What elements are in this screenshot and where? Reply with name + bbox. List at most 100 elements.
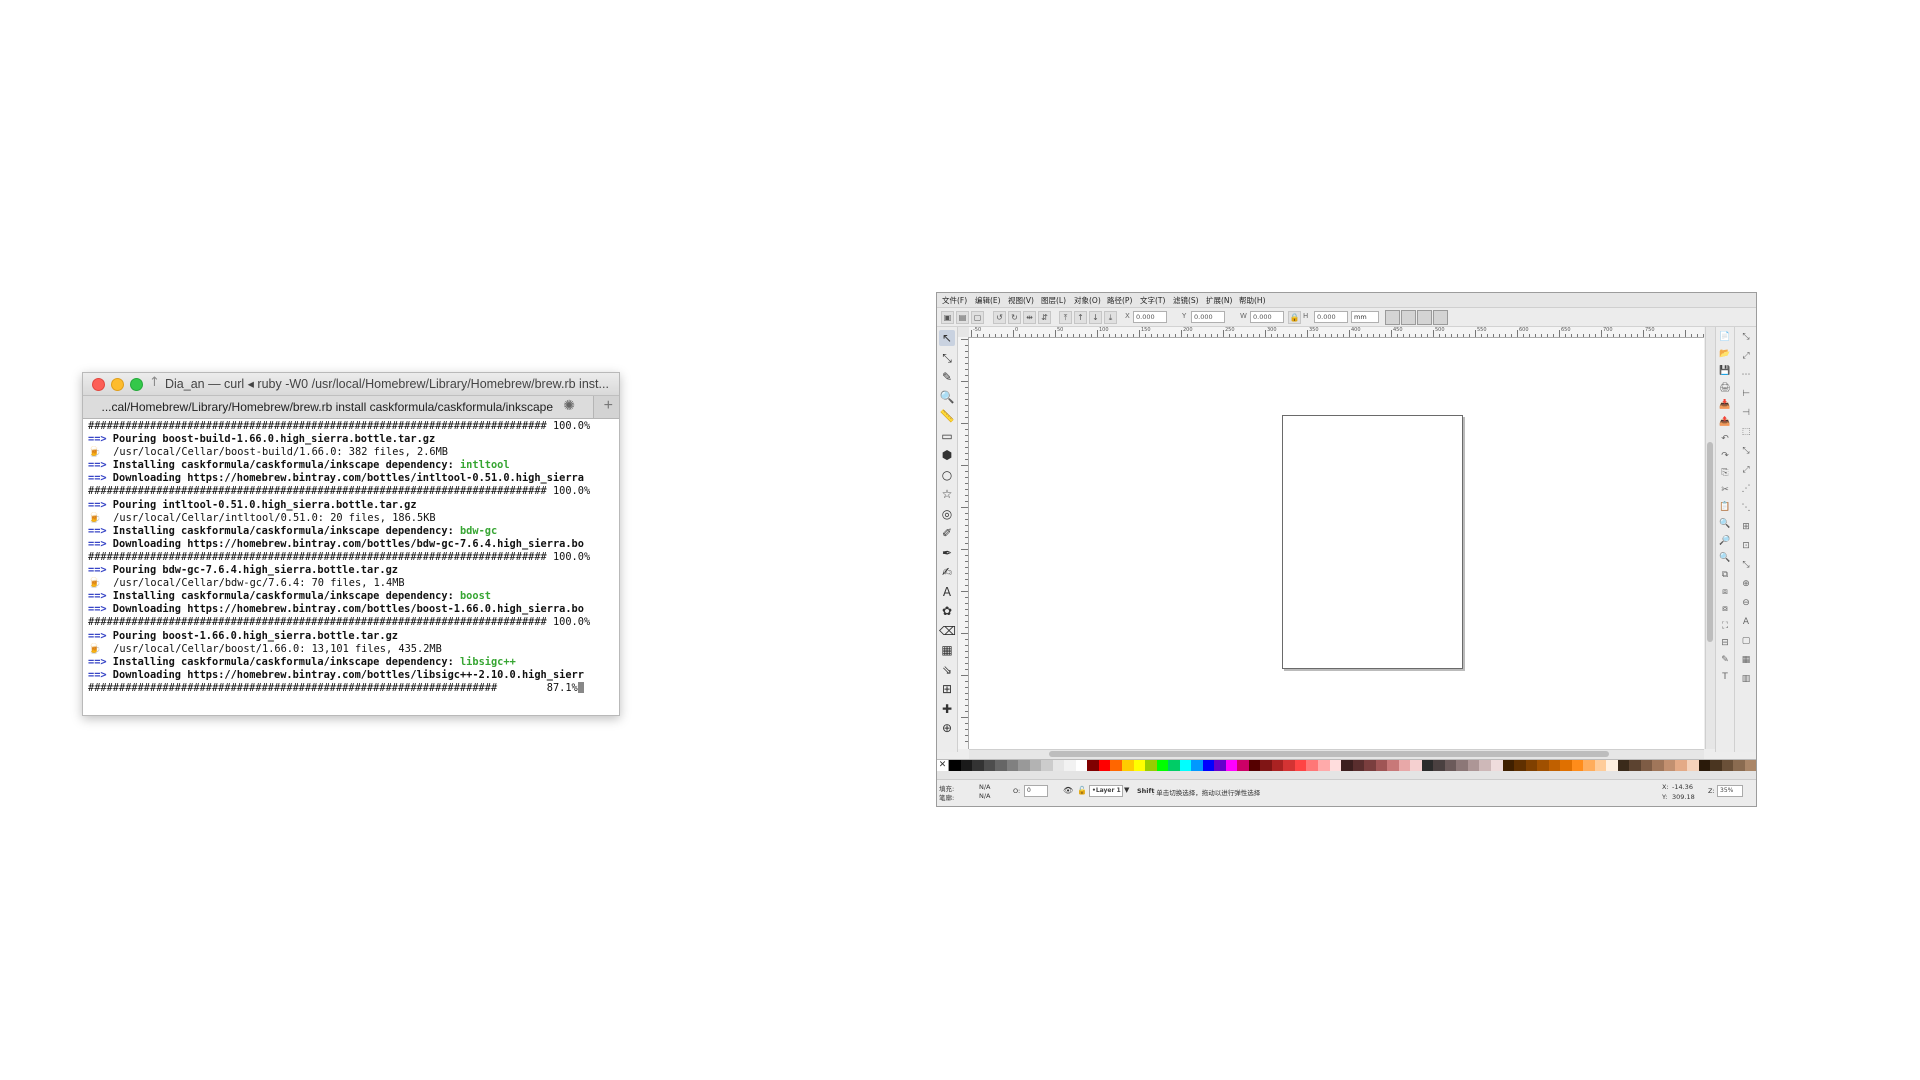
color-swatch[interactable] [1064, 760, 1076, 771]
vertical-scrollbar[interactable] [1705, 327, 1715, 749]
color-swatch[interactable] [1341, 760, 1353, 771]
tool-button-icon[interactable]: ✐ [939, 525, 955, 541]
color-swatch[interactable] [1375, 760, 1388, 771]
color-swatch[interactable] [1098, 760, 1111, 771]
color-swatch[interactable] [995, 760, 1007, 771]
color-swatch[interactable] [1041, 760, 1053, 771]
opacity-input[interactable]: 0 [1024, 785, 1048, 797]
h-input[interactable]: 0.000 [1314, 311, 1348, 323]
command-icon[interactable]: 🔍 [1719, 518, 1731, 530]
color-swatch[interactable] [1444, 760, 1457, 771]
layer-lock-icon[interactable]: 🔓 [1077, 786, 1087, 795]
color-swatch[interactable] [949, 760, 961, 771]
tool-button-icon[interactable]: ✿ [939, 603, 955, 619]
command-icon[interactable]: T [1719, 671, 1731, 683]
tool-button-icon[interactable]: ⊞ [939, 681, 955, 697]
tool-button-icon[interactable]: 🔍 [939, 389, 955, 405]
color-swatch[interactable] [1456, 760, 1468, 771]
color-swatch[interactable] [1687, 760, 1699, 771]
close-button[interactable] [92, 378, 105, 391]
color-swatch[interactable] [1248, 760, 1261, 771]
color-swatch[interactable] [1237, 760, 1249, 771]
color-swatch[interactable] [1479, 760, 1491, 771]
color-swatch[interactable] [1744, 760, 1756, 771]
scale-stroke-toggle[interactable] [1385, 310, 1400, 325]
tool-button-icon[interactable]: ↖ [939, 330, 955, 346]
tool-button-icon[interactable]: ✒ [939, 545, 955, 561]
fill-value[interactable]: N/A [979, 783, 991, 791]
color-swatch[interactable] [1548, 760, 1561, 771]
color-swatch[interactable] [1502, 760, 1515, 771]
terminal-titlebar[interactable]: ↑ Dia_an — curl ◂ ruby -W0 /usr/local/Ho… [83, 373, 619, 396]
menu-item[interactable]: 帮助(H) [1239, 295, 1266, 306]
color-swatch[interactable] [1663, 760, 1676, 771]
rotate-ccw-icon[interactable]: ↺ [993, 311, 1006, 324]
color-swatch[interactable] [1110, 760, 1122, 771]
menu-item[interactable]: 路径(P) [1107, 295, 1132, 306]
color-swatch[interactable] [1606, 760, 1618, 771]
snap-toggle-icon[interactable]: ⊣ [1740, 407, 1752, 419]
command-icon[interactable]: 📂 [1719, 348, 1731, 360]
tool-button-icon[interactable]: ⬢ [939, 447, 955, 463]
color-swatch[interactable] [1640, 760, 1653, 771]
vertical-scroll-thumb[interactable] [1707, 442, 1713, 642]
raise-icon[interactable]: ↑ [1074, 311, 1087, 324]
command-icon[interactable]: ✂ [1719, 484, 1731, 496]
snap-toggle-icon[interactable]: ⤡ [1740, 559, 1752, 571]
color-swatch[interactable] [1029, 760, 1042, 771]
command-icon[interactable]: ⧉ [1719, 569, 1731, 581]
color-swatch[interactable] [1087, 760, 1099, 771]
color-swatch[interactable] [1225, 760, 1238, 771]
color-swatch[interactable] [1202, 760, 1215, 771]
color-swatch[interactable] [1675, 760, 1687, 771]
command-icon[interactable]: ↷ [1719, 450, 1731, 462]
color-swatch[interactable] [1052, 760, 1065, 771]
menu-item[interactable]: 图层(L) [1041, 295, 1066, 306]
menu-item[interactable]: 滤镜(S) [1173, 295, 1199, 306]
command-icon[interactable]: ⧇ [1719, 603, 1731, 615]
color-swatch[interactable] [1179, 760, 1192, 771]
color-swatch[interactable] [1721, 760, 1734, 771]
zoom-button[interactable] [130, 378, 143, 391]
lower-icon[interactable]: ↓ [1089, 311, 1102, 324]
menu-item[interactable]: 视图(V) [1008, 295, 1034, 306]
menu-item[interactable]: 扩展(N) [1206, 295, 1232, 306]
command-icon[interactable]: 🔎 [1719, 535, 1731, 547]
no-paint-swatch[interactable]: ✕ [937, 760, 949, 771]
menu-item[interactable]: 文字(T) [1140, 295, 1165, 306]
tool-button-icon[interactable]: A [939, 584, 955, 600]
x-input[interactable]: 0.000 [1133, 311, 1167, 323]
terminal-output[interactable]: ########################################… [88, 420, 618, 712]
color-swatch[interactable] [1133, 760, 1146, 771]
tool-button-icon[interactable]: ▭ [939, 428, 955, 444]
terminal-tab[interactable]: ...cal/Homebrew/Library/Homebrew/brew.rb… [83, 396, 594, 418]
snap-toggle-icon[interactable]: ▢ [1740, 635, 1752, 647]
color-swatch[interactable] [1387, 760, 1399, 771]
snap-toggle-icon[interactable]: ⊖ [1740, 597, 1752, 609]
color-swatch[interactable] [1433, 760, 1445, 771]
select-all-icon[interactable]: ▣ [941, 311, 954, 324]
snap-toggle-icon[interactable]: ⊢ [1740, 388, 1752, 400]
color-swatch[interactable] [1191, 760, 1203, 771]
lower-to-bottom-icon[interactable]: ⤓ [1104, 311, 1117, 324]
command-icon[interactable]: 🖨 [1719, 382, 1731, 394]
color-swatch[interactable] [1156, 760, 1169, 771]
snap-toggle-icon[interactable]: ⊞ [1740, 521, 1752, 533]
snap-toggle-icon[interactable]: ▦ [1740, 654, 1752, 666]
color-swatch[interactable] [1260, 760, 1272, 771]
w-input[interactable]: 0.000 [1250, 311, 1284, 323]
command-icon[interactable]: 📄 [1719, 331, 1731, 343]
tool-button-icon[interactable]: ⌫ [939, 623, 956, 639]
command-icon[interactable]: 💾 [1719, 365, 1731, 377]
horizontal-scroll-thumb[interactable] [1049, 751, 1609, 757]
snap-toggle-icon[interactable]: ⋰ [1740, 483, 1752, 495]
menu-item[interactable]: 编辑(E) [975, 295, 1001, 306]
command-icon[interactable]: ⊟ [1719, 637, 1731, 649]
menu-item[interactable]: 文件(F) [942, 295, 967, 306]
color-swatch[interactable] [1410, 760, 1422, 771]
command-icon[interactable]: 📋 [1719, 501, 1731, 513]
command-icon[interactable]: ⎘ [1719, 467, 1731, 479]
color-swatch[interactable] [1583, 760, 1595, 771]
scale-corners-toggle[interactable] [1401, 310, 1416, 325]
color-swatch[interactable] [1490, 760, 1503, 771]
